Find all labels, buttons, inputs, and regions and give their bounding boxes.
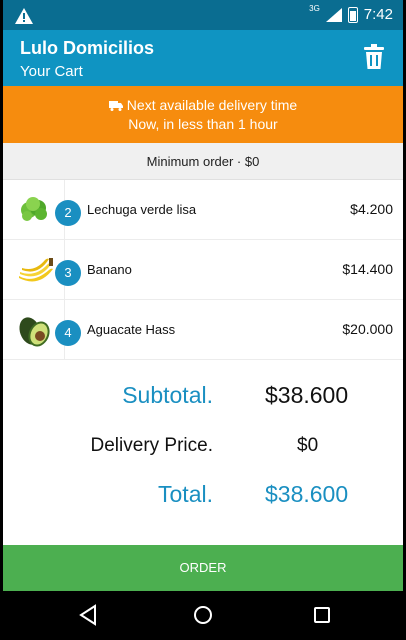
screen: 3G 7:42 Lulo Domicilios Your Cart Next a… — [3, 0, 403, 640]
item-price: $14.400 — [342, 261, 393, 277]
recents-icon[interactable] — [310, 603, 334, 627]
quantity-badge: 2 — [55, 200, 81, 226]
navigation-bar — [3, 591, 403, 640]
home-icon[interactable] — [191, 603, 215, 627]
item-name: Aguacate Hass — [87, 322, 176, 337]
status-bar: 3G 7:42 — [3, 0, 403, 30]
truck-icon — [108, 101, 123, 111]
cart-item[interactable]: 4 Aguacate Hass $20.000 — [3, 300, 403, 360]
minimum-order: Minimum order · $0 — [3, 143, 403, 180]
delivery-price-value: $0 — [297, 435, 319, 456]
cart-list: 2 Lechuga verde lisa $4.200 3 Banano $14… — [3, 180, 403, 360]
delivery-title: Next available delivery time — [126, 97, 298, 113]
cart-item[interactable]: 2 Lechuga verde lisa $4.200 — [3, 180, 403, 240]
delivery-price-label: Delivery Price. — [90, 435, 213, 456]
subtotal-label: Subtotal. — [122, 382, 213, 408]
cart-item[interactable]: 3 Banano $14.400 — [3, 240, 403, 300]
item-name: Lechuga verde lisa — [87, 202, 197, 217]
quantity-badge: 4 — [55, 320, 81, 346]
trash-icon[interactable] — [363, 44, 385, 70]
total-label: Total. — [158, 481, 213, 507]
battery-icon — [347, 6, 358, 23]
order-summary: Subtotal. $38.600 Delivery Price. $0 Tot… — [3, 360, 403, 545]
delivery-time: Now, in less than 1 hour — [128, 116, 278, 132]
quantity-badge: 3 — [55, 260, 81, 286]
app-title: Lulo Domicilios — [20, 38, 155, 58]
subtotal-value: $38.600 — [265, 382, 349, 408]
device-frame: 3G 7:42 Lulo Domicilios Your Cart Next a… — [0, 0, 406, 640]
app-bar: Lulo Domicilios Your Cart — [3, 30, 403, 86]
warning-icon — [15, 8, 33, 24]
delivery-banner: Next available delivery time Now, in les… — [3, 86, 403, 143]
item-price: $4.200 — [350, 201, 393, 217]
item-name: Banano — [87, 262, 132, 277]
back-icon[interactable] — [77, 603, 101, 627]
order-button[interactable]: ORDER — [3, 545, 403, 591]
signal-icon — [325, 7, 342, 22]
page-subtitle: Your Cart — [20, 63, 83, 80]
clock: 7:42 — [363, 6, 393, 23]
item-price: $20.000 — [342, 321, 393, 337]
total-value: $38.600 — [265, 481, 349, 507]
network-type: 3G — [309, 4, 320, 13]
